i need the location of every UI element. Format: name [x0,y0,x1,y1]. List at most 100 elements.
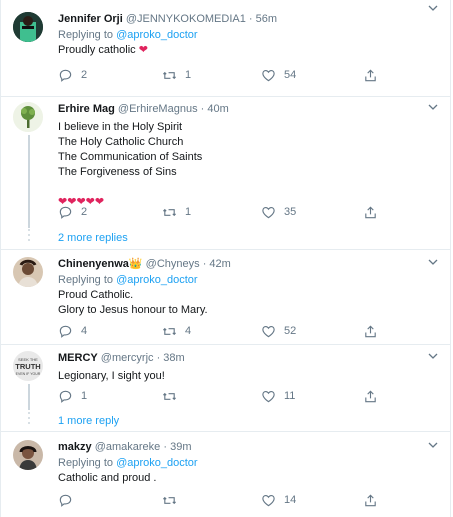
reply-button[interactable]: 1 [58,388,87,404]
reply-count: 1 [81,390,88,402]
share-icon [365,494,376,506]
avatar[interactable] [13,12,43,42]
like-count: 52 [284,325,297,337]
svg-text:TRUTH: TRUTH [15,362,40,371]
share-icon [365,390,376,402]
avatar[interactable] [13,102,43,132]
reply-button[interactable]: 2 [58,67,87,83]
display-name[interactable]: MERCY [58,352,98,364]
tweet-text: Catholic and proud . [58,472,157,484]
share-button[interactable] [363,323,378,339]
show-more-replies-link[interactable]: 2 more replies [58,231,128,245]
heart-icon [262,206,275,218]
timestamp[interactable]: · 38m [157,352,185,364]
share-button[interactable] [363,67,378,83]
tweet-header: Chinenyenwa👑 @Chyneys · 42m [58,257,436,271]
retweet-button[interactable] [162,492,185,508]
share-button[interactable] [363,388,378,404]
retweet-count: 1 [185,69,192,81]
display-name[interactable]: Jennifer Orji [58,13,123,25]
mention-link[interactable]: @aproko_doctor [116,457,198,469]
reply-count: 4 [81,325,88,337]
tweet-text: Legionary, I sight you! [58,370,165,382]
share-icon [365,325,376,337]
chevron-down-icon[interactable] [428,102,438,112]
tweet[interactable]: SEEK THE TRUTH EVEN IF YOUR MERCY @mercyrj… [1,345,450,410]
timestamp[interactable]: · 56m [249,13,277,25]
user-handle[interactable]: @ErhireMagnus [118,103,198,115]
user-handle[interactable]: @amakareke [95,441,161,453]
tweet[interactable]: makzy @amakareke · 39m Replying to @apro… [1,432,450,517]
tweet[interactable]: Erhire Mag @ErhireMagnus · 40m I believe… [1,97,450,228]
reply-button[interactable] [58,492,81,508]
user-handle[interactable]: @Chyneys [146,258,200,270]
retweet-icon [163,327,176,335]
reply-icon [59,206,72,219]
display-name[interactable]: Erhire Mag [58,103,115,115]
tweet-actions: 14 [58,492,388,508]
timestamp[interactable]: · 42m [203,258,231,270]
display-name[interactable]: makzy [58,441,92,453]
like-button[interactable]: 54 [261,67,296,83]
like-button[interactable]: 52 [261,323,296,339]
display-name[interactable]: Chinenyenwa👑 [58,258,143,270]
timestamp[interactable]: · 40m [201,103,229,115]
tweet-text: I believe in the Holy Spirit The Holy Ca… [58,121,203,208]
tweet-header: Erhire Mag @ErhireMagnus · 40m [58,102,436,116]
reply-icon [59,494,72,507]
timestamp[interactable]: · 39m [163,441,191,453]
retweet-count: 1 [185,206,192,218]
share-icon [365,69,376,81]
thread-line [28,384,30,410]
like-button[interactable]: 14 [261,492,296,508]
retweet-button[interactable]: 4 [162,323,191,339]
reply-button[interactable]: 4 [58,323,87,339]
tweet-actions: 4 4 52 [58,323,388,339]
avatar[interactable] [13,257,43,287]
share-button[interactable] [363,492,378,508]
replying-to: Replying to @aproko_doctor [58,29,198,41]
tweet-actions: 2 1 35 [58,204,388,220]
svg-text:EVEN IF YOUR: EVEN IF YOUR [16,372,41,376]
reply-button[interactable]: 2 [58,204,87,220]
retweet-icon [163,208,176,216]
tweet-actions: 2 1 54 [58,67,388,83]
tweet[interactable]: Jennifer Orji @JENNYKOKOMEDIA1 · 56m Rep… [1,0,450,96]
mention-link[interactable]: @aproko_doctor [116,274,198,286]
like-count: 11 [284,390,296,402]
share-button[interactable] [363,204,378,220]
thread-dots [27,412,31,427]
reply-icon [59,390,72,403]
retweet-icon [163,392,176,400]
mention-link[interactable]: @aproko_doctor [116,29,198,41]
reply-count: 2 [81,69,88,81]
chevron-down-icon[interactable] [428,351,438,361]
user-handle[interactable]: @JENNYKOKOMEDIA1 [126,13,246,25]
avatar[interactable] [13,440,43,470]
like-button[interactable]: 11 [261,388,295,404]
retweet-button[interactable]: 1 [162,204,191,220]
thread-line [28,135,30,228]
tweet-text: Proudly catholic ❤ [58,44,148,56]
show-more-replies-link[interactable]: 1 more reply [58,414,119,428]
chevron-down-icon[interactable] [428,3,438,13]
tweet-header: MERCY @mercyrjc · 38m [58,351,436,365]
reply-icon [59,69,72,82]
avatar[interactable]: SEEK THE TRUTH EVEN IF YOUR [13,351,43,381]
retweet-button[interactable] [162,388,185,404]
heart-icon [262,390,275,402]
chevron-down-icon[interactable] [428,440,438,450]
tweet-header: makzy @amakareke · 39m [58,440,436,454]
like-button[interactable]: 35 [261,204,296,220]
thread-dots [27,229,31,244]
tweet-text: Proud Catholic. Glory to Jesus honour to… [58,289,208,316]
heart-icon [262,494,275,506]
replying-to: Replying to @aproko_doctor [58,457,198,469]
reply-icon [59,325,72,338]
retweet-button[interactable]: 1 [162,67,191,83]
chevron-down-icon[interactable] [428,257,438,267]
user-handle[interactable]: @mercyrjc [101,352,154,364]
tweet[interactable]: Chinenyenwa👑 @Chyneys · 42m Replying to … [1,250,450,344]
heart-icon [262,325,275,337]
reply-thread: Jennifer Orji @JENNYKOKOMEDIA1 · 56m Rep… [0,0,451,517]
